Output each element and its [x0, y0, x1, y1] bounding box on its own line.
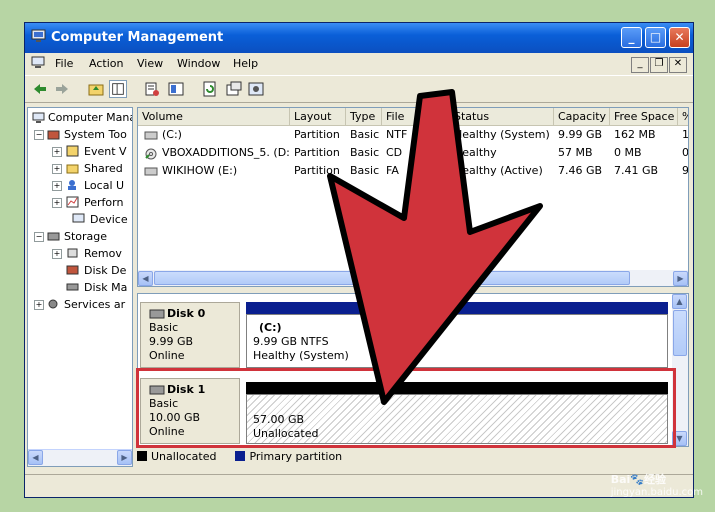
watermark-url: jingyan.baidu.com [610, 487, 703, 498]
watermark-paw-icon: 🐾 [630, 473, 644, 486]
watermark-brand-suffix: 经验 [644, 473, 666, 486]
red-arrow-annotation [327, 89, 543, 405]
watermark-brand: Bai [610, 473, 631, 486]
baidu-watermark: Bai🐾经验 jingyan.baidu.com [611, 471, 703, 498]
